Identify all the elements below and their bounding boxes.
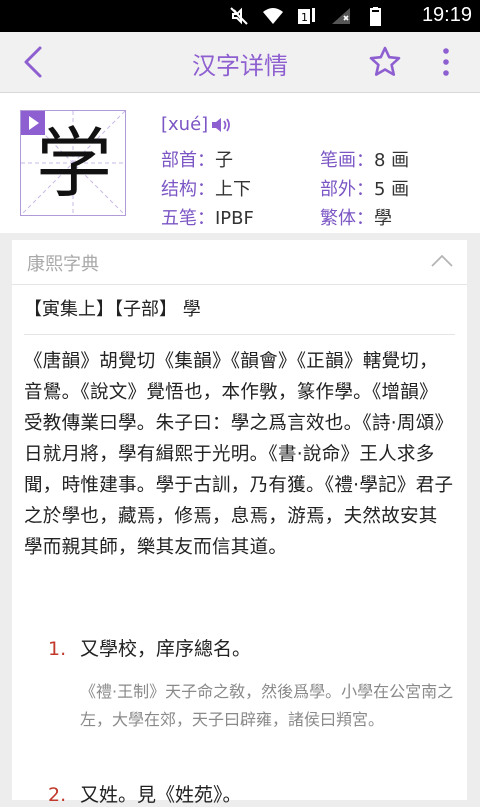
field-value: 學 xyxy=(374,208,392,229)
field-label: 五笔： xyxy=(161,208,215,229)
extra-strokes-field: 部外：5 画 xyxy=(320,175,409,201)
character-header: 学 [xué] 部首：子 笔画：8 画 结构：上下 部外：5 画 五笔：IPBF… xyxy=(0,93,480,233)
field-value: 子 xyxy=(215,150,233,171)
section-title: 康熙字典 xyxy=(27,254,99,275)
speaker-icon[interactable] xyxy=(210,116,234,134)
definition-item: 1. 又學校，庠序總名。 xyxy=(48,634,251,661)
play-stroke-animation-button[interactable] xyxy=(21,111,45,135)
field-value: 5 画 xyxy=(374,179,410,200)
stroke-count-field: 笔画：8 画 xyxy=(320,146,409,172)
divider xyxy=(24,334,455,335)
field-value: IPBF xyxy=(215,208,254,229)
radical-field: 部首：子 xyxy=(161,146,233,172)
definition-text: 《唐韻》胡覺切《集韻》《韻會》《正韻》轄覺切，音鷽。《說文》覺悟也，本作斆，篆作… xyxy=(24,351,454,558)
definition-item-text: 又姓。見《姓苑》。 xyxy=(80,784,242,806)
play-icon xyxy=(29,116,39,130)
character-glyph-box: 学 xyxy=(20,110,126,216)
sim-icon: 1 xyxy=(298,8,315,24)
more-options-icon[interactable] xyxy=(438,46,454,80)
chevron-up-icon[interactable] xyxy=(431,254,453,268)
definition-quote: 《禮·王制》天子命之敎，然後爲學。小學在公宮南之左，大學在郊，天子曰辟雍，諸侯曰… xyxy=(80,682,454,729)
wubi-field: 五笔：IPBF xyxy=(161,204,254,230)
wifi-icon xyxy=(263,8,283,24)
section-header[interactable]: 康熙字典 xyxy=(12,240,467,285)
field-label: 繁体： xyxy=(320,208,374,229)
structure-field: 结构：上下 xyxy=(161,175,251,201)
field-value: 8 画 xyxy=(374,150,410,171)
toolbar: 汉字详情 xyxy=(0,32,480,93)
muted-icon xyxy=(230,7,248,25)
page-title: 汉字详情 xyxy=(192,52,288,80)
status-bar: 1 19:19 xyxy=(0,0,480,32)
signal-icon xyxy=(332,8,350,24)
definition-item: 2. 又姓。見《姓苑》。 xyxy=(48,780,242,807)
clock: 19:19 xyxy=(421,4,472,26)
traditional-field: 繁体：學 xyxy=(320,204,392,230)
battery-icon xyxy=(370,7,381,26)
definition-item-text: 又學校，庠序總名。 xyxy=(80,638,252,660)
svg-text:1: 1 xyxy=(301,11,308,24)
kangxi-dictionary-section: 康熙字典 【寅集上】【子部】 學 《唐韻》胡覺切《集韻》《韻會》《正韻》轄覺切，… xyxy=(12,240,467,806)
field-label: 笔画： xyxy=(320,150,374,171)
field-label: 结构： xyxy=(161,179,215,200)
field-label: 部外： xyxy=(320,179,374,200)
pinyin: [xué] xyxy=(161,114,209,135)
section-subheading: 【寅集上】【子部】 學 xyxy=(24,299,201,320)
definition-number: 2. xyxy=(48,784,67,806)
definition-number: 1. xyxy=(48,638,67,660)
field-value: 上下 xyxy=(215,179,251,200)
field-label: 部首： xyxy=(161,150,215,171)
favorite-star-icon[interactable] xyxy=(368,45,402,79)
